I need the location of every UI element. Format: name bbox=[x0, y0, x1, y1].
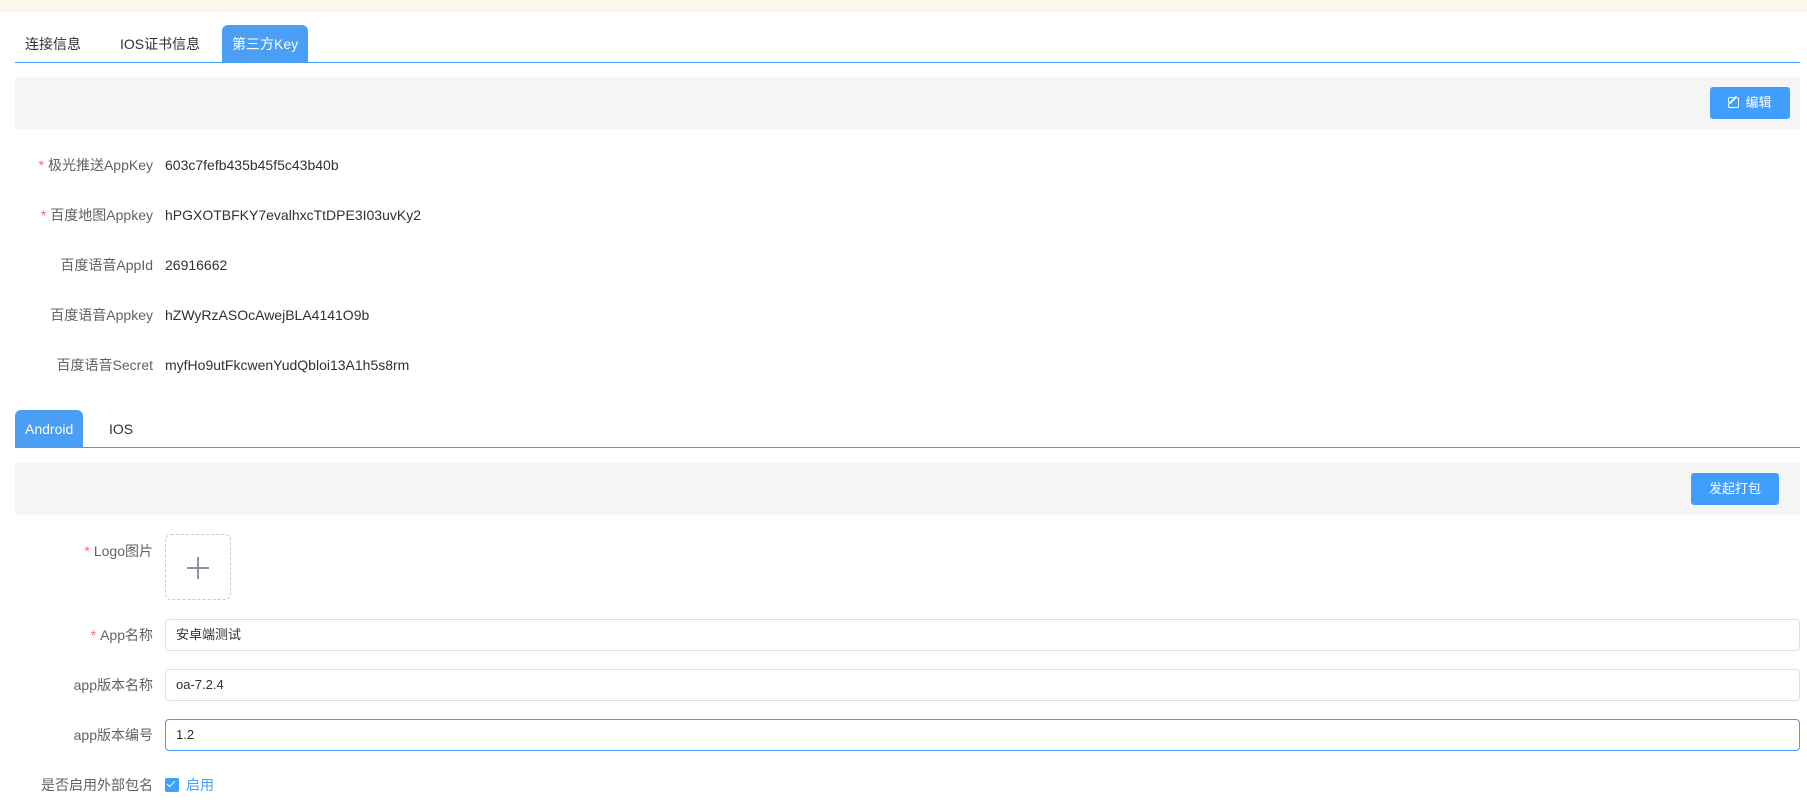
required-marker: * bbox=[38, 157, 44, 173]
form-row-version-code: app版本编号 1.2 bbox=[15, 718, 1800, 752]
key-row-baidu-map: * 百度地图Appkey hPGXOTBFKY7evalhxcTtDPE3I03u… bbox=[15, 198, 1800, 232]
key-label: * 极光推送AppKey bbox=[38, 157, 154, 173]
key-row-baidu-voice-secret: 百度语音Secret myfHo9utFkcwenYudQbloi13A1h5s… bbox=[15, 348, 1800, 382]
tab-connection-info[interactable]: 连接信息 bbox=[15, 24, 91, 62]
tab-third-party-key[interactable]: 第三方Key bbox=[222, 25, 309, 63]
form-label: app版本名称 bbox=[73, 677, 153, 693]
form-label: app版本编号 bbox=[73, 727, 153, 743]
required-marker: * bbox=[90, 627, 97, 643]
app-name-input[interactable]: 安卓端测试 bbox=[165, 619, 1800, 651]
key-label: 百度语音Appkey bbox=[50, 307, 153, 323]
edit-button[interactable]: 编辑 bbox=[1710, 87, 1790, 119]
tab-ios-cert-info[interactable]: IOS证书信息 bbox=[110, 24, 210, 62]
key-value: hPGXOTBFKY7evalhxcTtDPE3I03uvKy2 bbox=[165, 207, 421, 223]
build-toolbar: 发起打包 bbox=[15, 463, 1800, 515]
key-row-baidu-voice-appid: 百度语音AppId 26916662 bbox=[15, 248, 1800, 282]
form-label: * App名称 bbox=[90, 627, 153, 643]
platform-tabs: Android IOS bbox=[15, 409, 1800, 448]
external-package-checkbox-label[interactable]: 启用 bbox=[186, 768, 214, 802]
top-tabs: 连接信息 IOS证书信息 第三方Key bbox=[15, 24, 1800, 63]
form-row-app-name: * App名称 安卓端测试 bbox=[15, 618, 1800, 652]
edit-button-label: 编辑 bbox=[1745, 95, 1772, 110]
logo-upload[interactable] bbox=[165, 534, 231, 600]
keys-toolbar: 编辑 bbox=[15, 77, 1800, 129]
key-label: * 百度地图Appkey bbox=[40, 207, 153, 223]
version-name-input[interactable]: oa-7.2.4 bbox=[165, 669, 1800, 701]
form-label: * Logo图片 bbox=[84, 543, 153, 559]
key-value: 26916662 bbox=[165, 257, 228, 273]
edit-icon bbox=[1728, 97, 1740, 108]
tab-ios[interactable]: IOS bbox=[99, 409, 143, 447]
tab-android[interactable]: Android bbox=[15, 410, 84, 448]
page: 连接信息 IOS证书信息 第三方Key 编辑 * 极光推送AppKey 603c7… bbox=[0, 0, 1807, 802]
key-label: 百度语音AppId bbox=[60, 257, 153, 273]
key-value: myfHo9utFkcwenYudQbloi13A1h5s8rm bbox=[165, 357, 410, 373]
external-package-checkbox[interactable] bbox=[165, 778, 179, 792]
required-marker: * bbox=[84, 543, 90, 559]
required-marker: * bbox=[40, 207, 47, 223]
key-value: hZWyRzASOcAwejBLA4141O9b bbox=[165, 307, 370, 323]
form-row-logo: * Logo图片 bbox=[15, 534, 1800, 568]
form-label: 是否启用外部包名 bbox=[41, 777, 153, 793]
version-code-input[interactable]: 1.2 bbox=[165, 719, 1800, 751]
key-row-baidu-voice-appkey: 百度语音Appkey hZWyRzASOcAwejBLA4141O9b bbox=[15, 298, 1800, 332]
key-row-jpush: * 极光推送AppKey 603c7fefb435b45f5c43b40b bbox=[15, 148, 1800, 182]
form-row-version-name: app版本名称 oa-7.2.4 bbox=[15, 668, 1800, 702]
key-label: 百度语音Secret bbox=[56, 357, 153, 373]
build-button[interactable]: 发起打包 bbox=[1691, 473, 1779, 505]
form-row-external-package: 是否启用外部包名 启用 bbox=[15, 768, 1800, 802]
warning-banner bbox=[0, 0, 1807, 12]
key-value: 603c7fefb435b45f5c43b40b bbox=[165, 157, 339, 173]
